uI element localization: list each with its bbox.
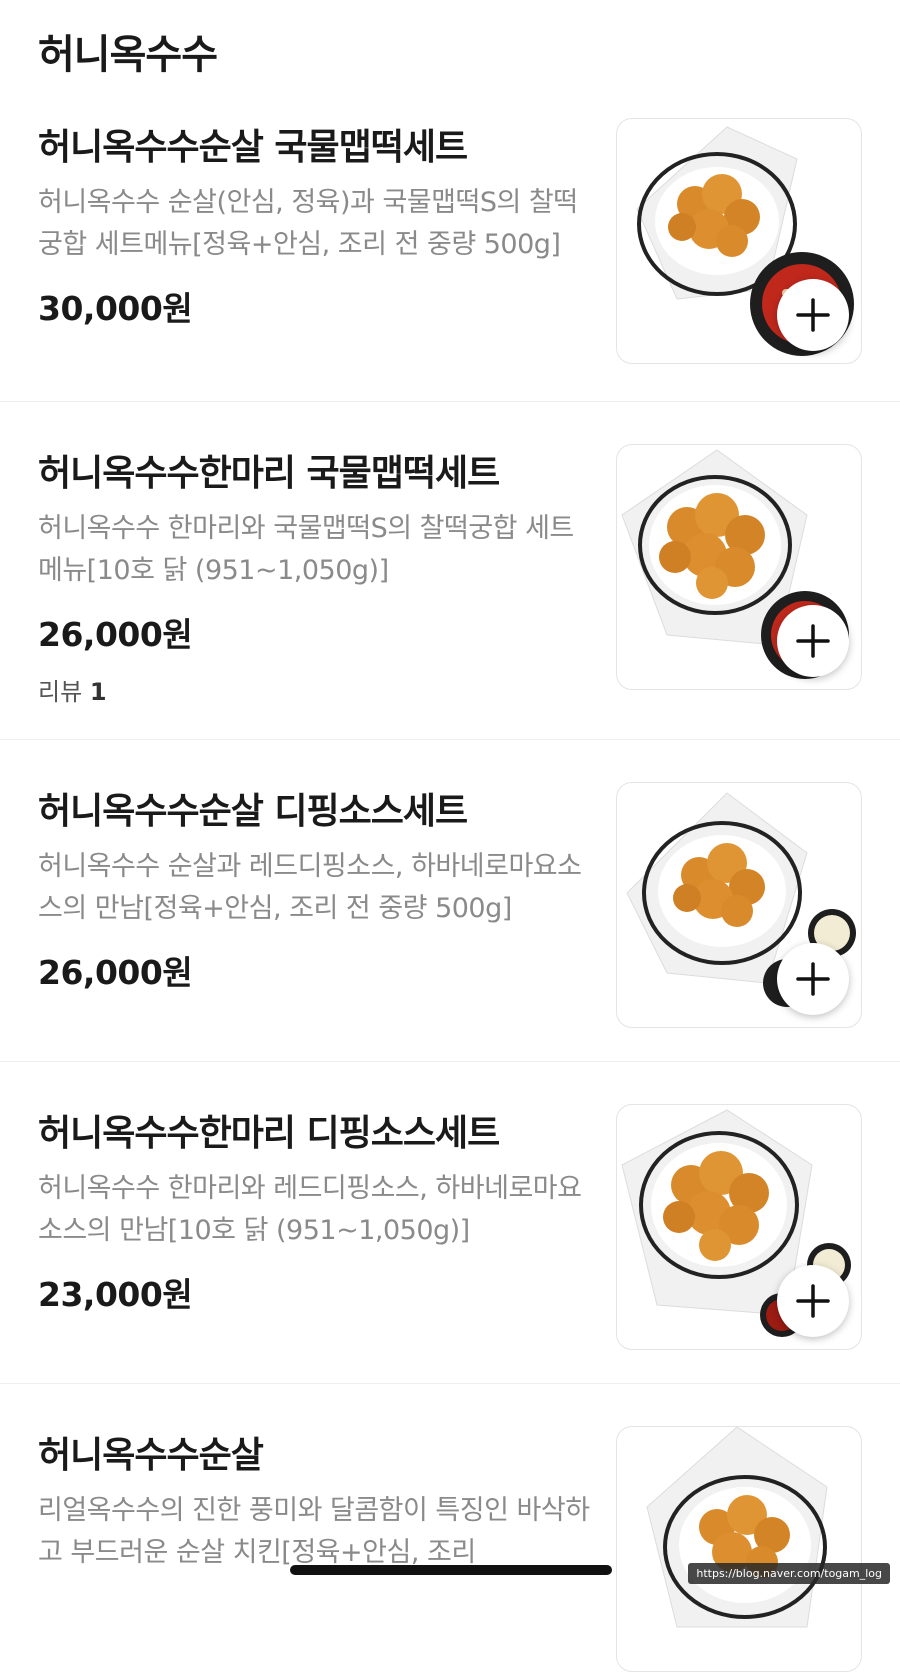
section-title: 허니옥수수 bbox=[38, 32, 218, 78]
menu-item-description: 허니옥수수 순살과 레드디핑소스, 하바네로마요소스의 만남[정육+안심, 조리… bbox=[38, 851, 582, 924]
review-count[interactable]: 리뷰 1 bbox=[38, 672, 107, 707]
menu-item-thumbnail[interactable] bbox=[616, 1104, 862, 1350]
menu-item-name: 허니옥수수한마리 디핑소스세트 bbox=[38, 1113, 500, 1154]
menu-item-thumbnail[interactable] bbox=[616, 444, 862, 690]
menu-item-price: 26,000원 bbox=[38, 615, 193, 654]
add-to-cart-button[interactable] bbox=[777, 943, 849, 1015]
menu-list: 허니옥수수순살 국물맵떡세트 허니옥수수 순살(안심, 정육)과 국물맵떡S의 … bbox=[0, 110, 900, 1672]
add-to-cart-button[interactable] bbox=[777, 605, 849, 677]
menu-item-thumbnail[interactable] bbox=[616, 782, 862, 1028]
fried-chicken-icon bbox=[646, 1427, 828, 1628]
menu-item[interactable]: 허니옥수수순살 국물맵떡세트 허니옥수수 순살(안심, 정육)과 국물맵떡S의 … bbox=[0, 110, 900, 402]
menu-item-price: 30,000원 bbox=[38, 289, 193, 328]
menu-item-description: 허니옥수수 한마리와 레드디핑소스, 하바네로마요소스의 만남[10호 닭 (9… bbox=[38, 1173, 582, 1246]
menu-item[interactable]: 허니옥수수한마리 국물맵떡세트 허니옥수수 한마리와 국물맵떡S의 찰떡궁합 세… bbox=[0, 402, 900, 740]
watermark: https://blog.naver.com/togam_log bbox=[688, 1563, 890, 1584]
menu-item[interactable]: 허니옥수수순살 디핑소스세트 허니옥수수 순살과 레드디핑소스, 하바네로마요소… bbox=[0, 740, 900, 1062]
menu-item-description: 리얼옥수수의 진한 풍미와 달콤함이 특징인 바삭하고 부드러운 순살 치킨[정… bbox=[38, 1495, 590, 1568]
home-indicator bbox=[290, 1565, 612, 1575]
add-to-cart-button[interactable] bbox=[777, 1265, 849, 1337]
menu-item-name: 허니옥수수한마리 국물맵떡세트 bbox=[38, 453, 500, 494]
plus-icon bbox=[796, 1284, 830, 1318]
menu-item-price: 26,000원 bbox=[38, 953, 193, 992]
menu-item-name: 허니옥수수순살 bbox=[38, 1435, 264, 1476]
menu-item-thumbnail[interactable] bbox=[616, 1426, 862, 1672]
review-label: 리뷰 bbox=[38, 678, 83, 706]
menu-item[interactable]: 허니옥수수한마리 디핑소스세트 허니옥수수 한마리와 레드디핑소스, 하바네로마… bbox=[0, 1062, 900, 1384]
menu-item-name: 허니옥수수순살 국물맵떡세트 bbox=[38, 127, 468, 168]
menu-item-description: 허니옥수수 순살(안심, 정육)과 국물맵떡S의 찰떡궁합 세트메뉴[정육+안심… bbox=[38, 187, 578, 260]
plus-icon bbox=[796, 624, 830, 658]
plus-icon bbox=[796, 298, 830, 332]
menu-item-price: 23,000원 bbox=[38, 1275, 193, 1314]
menu-item-thumbnail[interactable] bbox=[616, 118, 862, 364]
plus-icon bbox=[796, 962, 830, 996]
menu-item[interactable]: 허니옥수수순살 리얼옥수수의 진한 풍미와 달콤함이 특징인 바삭하고 부드러운… bbox=[0, 1384, 900, 1672]
review-count-value: 1 bbox=[89, 678, 107, 706]
menu-item-description: 허니옥수수 한마리와 국물맵떡S의 찰떡궁합 세트메뉴[10호 닭 (951~1… bbox=[38, 513, 574, 586]
add-to-cart-button[interactable] bbox=[777, 279, 849, 351]
menu-item-name: 허니옥수수순살 디핑소스세트 bbox=[38, 791, 468, 832]
